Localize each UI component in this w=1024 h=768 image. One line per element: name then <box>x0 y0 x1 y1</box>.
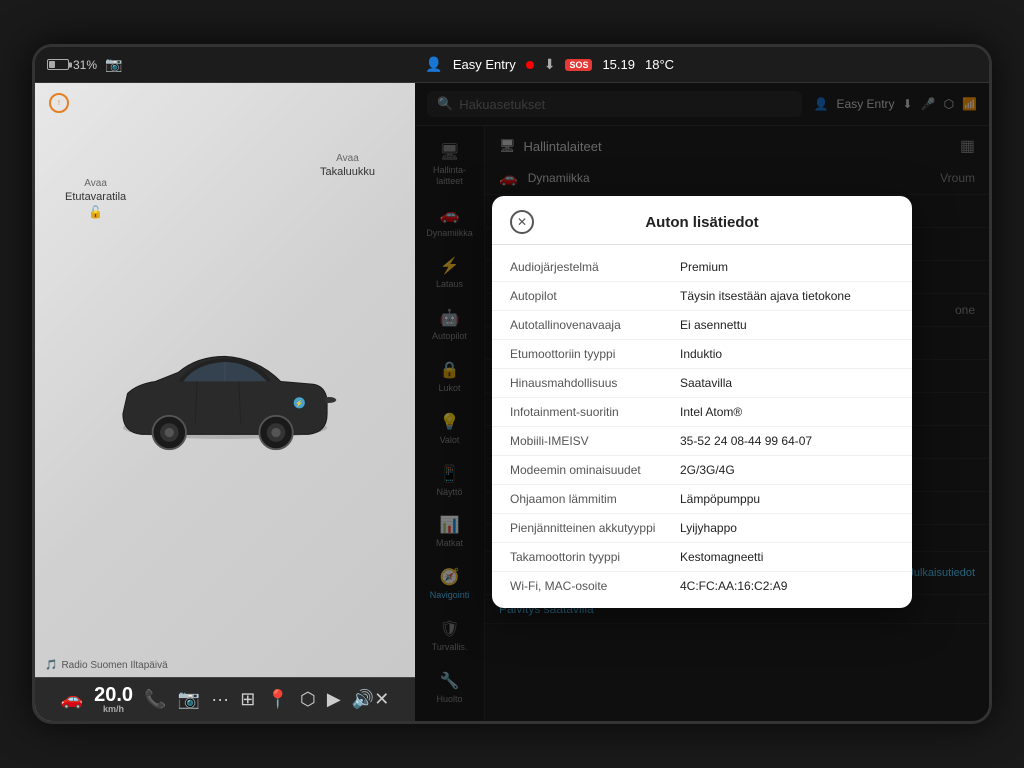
dialog-row-key: Ohjaamon lämmitim <box>510 492 680 506</box>
dialog-body: Audiojärjestelmä Premium Autopilot Täysi… <box>492 245 912 608</box>
app-grid-icon[interactable]: ⊞ <box>240 689 255 710</box>
dialog-row: Wi-Fi, MAC-osoite 4C:FC:AA:16:C2:A9 <box>492 572 912 600</box>
dialog-row: Audiojärjestelmä Premium <box>492 253 912 282</box>
dialog-row-value: Ei asennettu <box>680 318 747 332</box>
car-info-dialog: ✕ Auton lisätiedot Audiojärjestelmä Prem… <box>492 196 912 608</box>
front-trunk-label[interactable]: Avaa Etutavaratila 🔓 <box>65 178 126 219</box>
easy-entry-label[interactable]: Easy Entry <box>453 57 516 72</box>
svg-text:⚡: ⚡ <box>295 400 303 408</box>
dialog-row-value: 35-52 24 08-44 99 64-07 <box>680 434 812 448</box>
dialog-row: Takamoottorin tyyppi Kestomagneetti <box>492 543 912 572</box>
dialog-row-key: Hinausmahdollisuus <box>510 376 680 390</box>
dialog-row: Modeemin ominaisuudet 2G/3G/4G <box>492 456 912 485</box>
dialog-row: Ohjaamon lämmitim Lämpöpumppu <box>492 485 912 514</box>
rear-trunk-label[interactable]: Avaa Takaluukku <box>320 153 375 178</box>
radio-text: 🎵 Radio Suomen Iltapäivä <box>45 660 168 671</box>
more-icon[interactable]: ··· <box>211 689 229 710</box>
dialog-overlay: ✕ Auton lisätiedot Audiojärjestelmä Prem… <box>415 83 989 721</box>
phone-icon[interactable]: 📞 <box>144 689 166 710</box>
dialog-row: Hinausmahdollisuus Saatavilla <box>492 369 912 398</box>
dialog-close-button[interactable]: ✕ <box>510 210 534 234</box>
battery-percent: 31% <box>73 58 97 72</box>
dialog-row-key: Audiojärjestelmä <box>510 260 680 274</box>
dialog-row-value: Saatavilla <box>680 376 732 390</box>
dialog-row-value: Induktio <box>680 347 722 361</box>
dialog-row-value: 2G/3G/4G <box>680 463 735 477</box>
dialog-row-value: Täysin itsestään ajava tietokone <box>680 289 851 303</box>
dialog-row-key: Pienjännitteinen akkutyyppi <box>510 521 680 535</box>
dialog-row-key: Autotallinovenavaaja <box>510 318 680 332</box>
sos-badge[interactable]: SOS <box>565 59 592 71</box>
dialog-row-key: Takamoottorin tyyppi <box>510 550 680 564</box>
dialog-row-key: Autopilot <box>510 289 680 303</box>
navigation-icon[interactable]: 📍 <box>266 689 288 710</box>
car-image: ⚡ <box>95 320 355 480</box>
top-status-bar: 31% 📷 👤 Easy Entry ⬇ SOS 15.19 18°C <box>35 47 989 83</box>
dialog-row-value: Kestomagneetti <box>680 550 763 564</box>
volume-icon[interactable]: 🔊✕ <box>352 689 390 710</box>
battery-indicator: 31% <box>47 58 97 72</box>
bottom-bar: 🚗 20.0 km/h 📞 📷 ··· ⊞ 📍 ⬡ ▶ 🔊✕ <box>35 677 415 721</box>
dialog-row: Autopilot Täysin itsestään ajava tietoko… <box>492 282 912 311</box>
time-display: 15.19 <box>602 57 635 72</box>
record-dot <box>526 61 534 69</box>
dialog-row: Autotallinovenavaaja Ei asennettu <box>492 311 912 340</box>
dialog-header: ✕ Auton lisätiedot <box>492 196 912 245</box>
dialog-row: Pienjännitteinen akkutyyppi Lyijyhappo <box>492 514 912 543</box>
temperature-display: 18°C <box>645 57 674 72</box>
dialog-row-key: Infotainment-suoritin <box>510 405 680 419</box>
dialog-row-key: Etumoottoriin tyyppi <box>510 347 680 361</box>
camera-bottom-icon[interactable]: 📷 <box>178 689 200 710</box>
media-play-icon[interactable]: ▶ <box>327 689 341 710</box>
bluetooth-icon[interactable]: ⬡ <box>300 689 316 710</box>
dialog-row-value: Lämpöpumppu <box>680 492 760 506</box>
dialog-row: Mobiili-IMEISV 35-52 24 08-44 99 64-07 <box>492 427 912 456</box>
dialog-row-key: Modeemin ominaisuudet <box>510 463 680 477</box>
dialog-title: Auton lisätiedot <box>645 214 758 231</box>
car-status-icon[interactable]: 🚗 <box>61 689 83 710</box>
person-icon: 👤 <box>425 56 442 73</box>
car-visualization: Avaa Etutavaratila 🔓 Avaa Takaluukku <box>35 123 415 677</box>
download-icon: ⬇ <box>544 56 556 73</box>
top-bar-center: 👤 Easy Entry ⬇ SOS 15.19 18°C <box>425 56 674 73</box>
dialog-row-key: Mobiili-IMEISV <box>510 434 680 448</box>
dialog-row-key: Wi-Fi, MAC-osoite <box>510 579 680 593</box>
camera-icon: 📷 <box>105 56 122 73</box>
dialog-row: Etumoottoriin tyyppi Induktio <box>492 340 912 369</box>
dialog-row-value: 4C:FC:AA:16:C2:A9 <box>680 579 787 593</box>
dialog-row-value: Lyijyhappo <box>680 521 737 535</box>
dialog-row-value: Premium <box>680 260 728 274</box>
speed-display: 20.0 km/h <box>94 685 133 714</box>
tire-pressure-area: ! <box>35 83 415 123</box>
left-panel: ! Avaa Etutavaratila 🔓 Avaa Takaluukku <box>35 83 415 721</box>
tire-pressure-icon: ! <box>49 93 69 113</box>
top-bar-left: 31% 📷 <box>47 56 122 73</box>
dialog-row: Infotainment-suoritin Intel Atom® <box>492 398 912 427</box>
dialog-row-value: Intel Atom® <box>680 405 742 419</box>
